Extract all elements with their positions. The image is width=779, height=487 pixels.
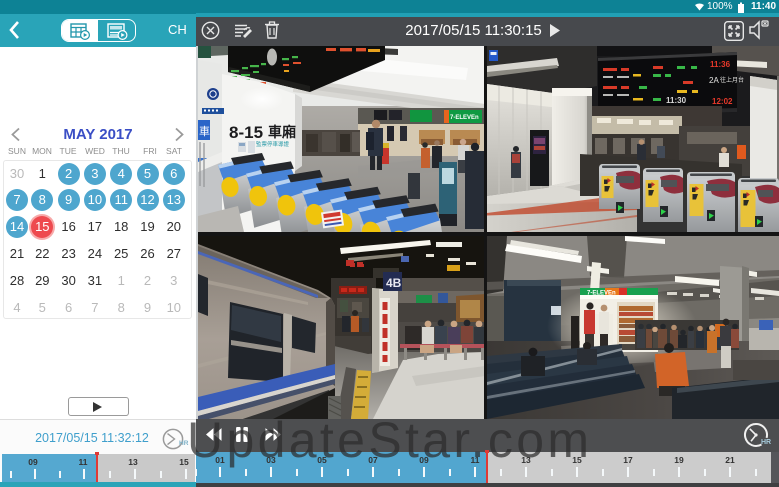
svg-text:7-ELEVEn: 7-ELEVEn xyxy=(450,115,479,121)
svg-text:往上月台: 往上月台 xyxy=(720,76,744,84)
svg-text:車: 車 xyxy=(199,124,210,138)
svg-text:12:02: 12:02 xyxy=(712,97,733,106)
svg-text:4B: 4B xyxy=(386,276,402,290)
svg-text:8-15: 8-15 xyxy=(229,123,263,142)
svg-text:監票停車導證: 監票停車導證 xyxy=(256,140,290,148)
svg-text:2A: 2A xyxy=(709,76,719,85)
svg-text:11:36: 11:36 xyxy=(710,60,731,69)
svg-text:11:30: 11:30 xyxy=(666,96,687,105)
svg-text:車廂: 車廂 xyxy=(268,124,296,140)
